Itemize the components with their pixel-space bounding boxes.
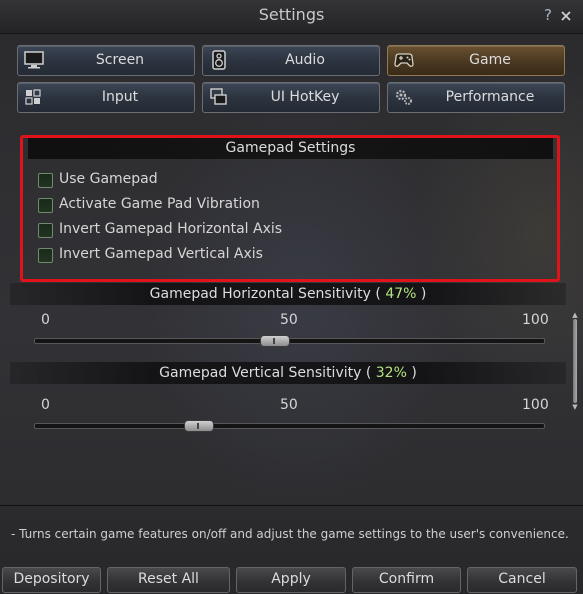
tab-performance[interactable]: Performance — [387, 82, 565, 113]
slider-title-suffix: ) — [416, 286, 427, 302]
tab-label: Audio — [285, 52, 325, 68]
tab-ui-hotkey[interactable]: UI HotKey — [202, 82, 380, 113]
depository-button[interactable]: Depository — [2, 567, 101, 593]
settings-scrollbar[interactable]: ▲ ▼ — [572, 312, 578, 412]
windows-icon — [210, 88, 227, 105]
tick-label-min: 0 — [41, 312, 50, 328]
confirm-button[interactable]: Confirm — [352, 567, 461, 593]
tab-label: Game — [469, 52, 511, 68]
gears-icon — [395, 89, 412, 105]
tab-input[interactable]: Input — [17, 82, 195, 113]
tick-label-min: 0 — [41, 397, 50, 413]
gamepad-icon — [394, 53, 414, 67]
highlight-annotation-box — [20, 135, 560, 282]
apply-button[interactable]: Apply — [236, 567, 346, 593]
scrollbar-thumb[interactable] — [573, 319, 577, 403]
vertical-sensitivity-value: 32% — [375, 365, 407, 381]
vertical-sensitivity-thumb[interactable] — [183, 420, 214, 432]
scroll-up-arrow-icon[interactable]: ▲ — [571, 312, 579, 319]
slider-title: Gamepad Horizontal Sensitivity ( — [149, 286, 386, 302]
horizontal-sensitivity-thumb[interactable] — [260, 335, 291, 347]
close-icon — [561, 11, 571, 21]
horizontal-sensitivity-header: Gamepad Horizontal Sensitivity ( 47% ) — [10, 283, 566, 305]
window-title: Settings — [258, 5, 325, 24]
title-bar[interactable]: Settings ? — [0, 0, 583, 34]
vertical-sensitivity-header: Gamepad Vertical Sensitivity ( 32% ) — [10, 362, 566, 384]
help-button[interactable]: ? — [541, 6, 555, 24]
speaker-icon — [212, 50, 226, 70]
keyboard-icon — [25, 89, 41, 105]
close-button[interactable] — [557, 5, 575, 25]
slider-title: Gamepad Vertical Sensitivity ( — [159, 365, 376, 381]
scroll-down-arrow-icon[interactable]: ▼ — [571, 404, 579, 411]
tab-screen[interactable]: Screen — [17, 45, 195, 76]
tab-audio[interactable]: Audio — [202, 45, 380, 76]
tick-label-max: 100 — [522, 312, 549, 328]
tab-description-text: - Turns certain game features on/off and… — [11, 527, 569, 541]
tab-label: Input — [101, 89, 139, 105]
vertical-sensitivity-slider[interactable] — [34, 420, 545, 432]
tick-label-mid: 50 — [280, 312, 298, 328]
slider-title-suffix: ) — [406, 365, 417, 381]
cancel-button[interactable]: Cancel — [467, 567, 577, 593]
tick-label-max: 100 — [522, 397, 549, 413]
monitor-icon — [24, 51, 44, 69]
tab-label: Performance — [445, 89, 535, 105]
tab-label: Screen — [95, 52, 145, 68]
horizontal-sensitivity-slider[interactable] — [34, 335, 545, 347]
settings-window: Settings ? Screen Audio Game Input UI Ho… — [0, 0, 583, 594]
tick-label-mid: 50 — [280, 397, 298, 413]
tab-label: UI HotKey — [270, 89, 340, 105]
horizontal-sensitivity-value: 47% — [385, 286, 417, 302]
reset-all-button[interactable]: Reset All — [107, 567, 230, 593]
tab-game[interactable]: Game — [387, 45, 565, 76]
